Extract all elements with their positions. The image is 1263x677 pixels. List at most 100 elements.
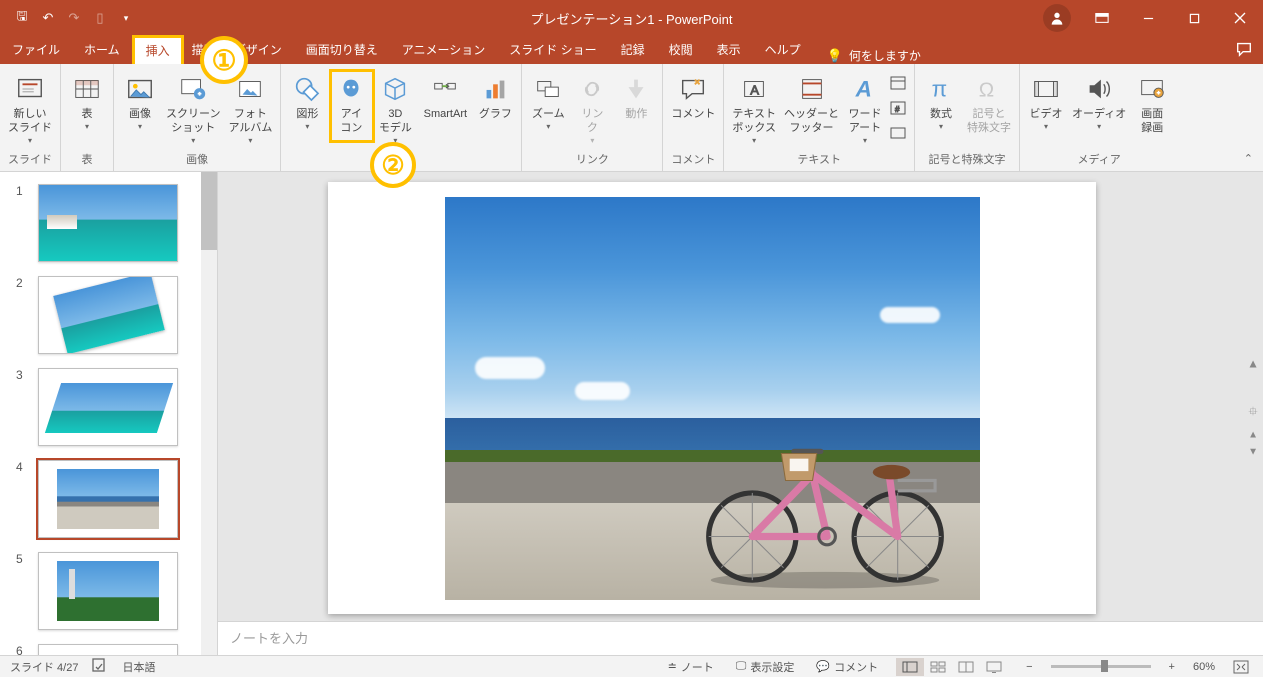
shapes-icon [290, 72, 324, 106]
zoom-in-button[interactable]: + [1165, 661, 1179, 673]
sidebar-scrollbar[interactable] [201, 172, 217, 655]
chevron-down-icon: ▾ [1097, 122, 1101, 132]
prev-slide-icon[interactable]: ▲ [1247, 356, 1259, 370]
tab-file[interactable]: ファイル [0, 35, 72, 64]
ribbon-tabs: ファイル ホーム 挿入 描画 デザイン 画面切り替え アニメーション スライド … [0, 36, 1263, 64]
zoom-slider[interactable] [1051, 665, 1151, 668]
new-slide-button[interactable]: 新しい スライド ▾ [4, 70, 56, 148]
start-from-beginning-icon[interactable]: ▯ [88, 6, 112, 30]
smartart-button[interactable]: SmartArt [417, 70, 473, 124]
textbox-button[interactable]: A テキスト ボックス ▾ [728, 70, 780, 148]
pictures-button[interactable]: 画像 ▾ [118, 70, 162, 134]
tab-transitions[interactable]: 画面切り替え [294, 35, 390, 64]
tab-insert[interactable]: 挿入 [132, 35, 184, 65]
wordart-button[interactable]: A ワード アート ▾ [843, 70, 887, 148]
display-settings-button[interactable]: 🖵 表示設定 [732, 659, 799, 675]
header-footer-button[interactable]: ヘッダーと フッター [780, 70, 843, 138]
slide-thumbnail[interactable] [38, 460, 178, 538]
link-button[interactable]: リン ク ▾ [570, 70, 614, 148]
video-button[interactable]: ビデオ ▾ [1024, 70, 1068, 134]
close-button[interactable] [1217, 0, 1263, 36]
qat-customize-icon[interactable]: ▾ [114, 6, 138, 30]
zoom-slider-handle[interactable] [1101, 660, 1108, 672]
tab-animations[interactable]: アニメーション [390, 35, 498, 64]
group-label: メディア [1024, 148, 1174, 171]
date-time-button[interactable] [889, 74, 907, 97]
slide-thumbnail-pane[interactable]: 123456 [0, 172, 218, 655]
editor-area: ▲ ⯐ ▲ ▼ ノートを入力 [218, 172, 1263, 655]
comments-pane-icon[interactable] [1235, 40, 1253, 61]
3d-models-button[interactable]: 3D モデル ▾ [373, 70, 417, 148]
object-button[interactable] [889, 124, 907, 147]
language-indicator[interactable]: 日本語 [122, 659, 155, 675]
icons-button[interactable]: アイ コン [329, 70, 373, 138]
next-slide-down-icon[interactable]: ▼ [1248, 446, 1258, 457]
slideshow-view-button[interactable] [980, 658, 1008, 676]
undo-icon[interactable]: ↶ [36, 6, 60, 30]
thumbnail-row[interactable]: 4 [0, 456, 217, 548]
fit-slide-icon[interactable]: ⯐ [1249, 402, 1258, 423]
redo-icon[interactable]: ↷ [62, 6, 86, 30]
thumbnail-row[interactable]: 3 [0, 364, 217, 456]
notes-pane[interactable]: ノートを入力 [218, 621, 1263, 655]
collapse-ribbon-icon[interactable]: ⌃ [1244, 152, 1253, 165]
slide-thumbnail[interactable] [38, 368, 178, 446]
action-button[interactable]: 動作 [614, 70, 658, 124]
chart-button[interactable]: グラフ [473, 70, 517, 124]
slide-thumbnail[interactable] [38, 644, 178, 655]
thumbnail-row[interactable]: 5 [0, 548, 217, 640]
thumbnail-row[interactable]: 1 [0, 180, 217, 272]
shapes-button[interactable]: 図形 ▾ [285, 70, 329, 134]
minimize-button[interactable] [1125, 0, 1171, 36]
maximize-button[interactable] [1171, 0, 1217, 36]
thumbnail-row[interactable]: 2 [0, 272, 217, 364]
account-icon[interactable] [1043, 4, 1071, 32]
equation-button[interactable]: π 数式 ▾ [919, 70, 963, 134]
symbol-button[interactable]: Ω 記号と 特殊文字 [963, 70, 1015, 138]
zoom-button[interactable]: ズーム ▾ [526, 70, 570, 134]
reading-view-button[interactable] [952, 658, 980, 676]
chevron-down-icon: ▾ [85, 122, 89, 132]
thumbnail-row[interactable]: 6 [0, 640, 217, 655]
screen-recording-button[interactable]: 画面 録画 [1130, 70, 1174, 138]
quick-access-toolbar: 🖫 ↶ ↷ ▯ ▾ [0, 0, 138, 36]
group-label: テキスト [728, 148, 910, 171]
zoom-out-button[interactable]: − [1022, 661, 1036, 673]
comments-toggle-button[interactable]: 💬 コメント [812, 659, 882, 675]
group-label: 記号と特殊文字 [919, 148, 1015, 171]
spellcheck-icon[interactable] [92, 658, 108, 675]
table-icon [70, 72, 104, 106]
slide-thumbnail[interactable] [38, 552, 178, 630]
tell-me-search[interactable]: 💡 何をしますか [813, 47, 921, 64]
slide-canvas[interactable]: ▲ ⯐ ▲ ▼ [218, 172, 1263, 621]
slide-thumbnail[interactable] [38, 276, 178, 354]
scrollbar-thumb[interactable] [201, 172, 217, 250]
normal-view-button[interactable] [896, 658, 924, 676]
tab-slideshow[interactable]: スライド ショー [497, 35, 608, 64]
tab-home[interactable]: ホーム [72, 35, 132, 64]
ribbon-display-options-icon[interactable] [1079, 0, 1125, 36]
chevron-down-icon: ▾ [590, 136, 594, 146]
group-media: ビデオ ▾ オーディオ ▾ 画面 録画 メディア [1020, 64, 1178, 171]
next-slide-up-icon[interactable]: ▲ [1248, 429, 1258, 440]
chevron-down-icon: ▾ [752, 136, 756, 146]
slide-picture[interactable] [445, 197, 980, 600]
tab-review[interactable]: 校閲 [657, 35, 705, 64]
group-images: 画像 ▾ スクリーン ショット ▾ フォト アルバム ▾ 画像 [114, 64, 281, 171]
table-button[interactable]: 表 ▾ [65, 70, 109, 134]
comment-button[interactable]: コメント [667, 70, 719, 124]
screen-recording-icon [1135, 72, 1169, 106]
tab-help[interactable]: ヘルプ [753, 35, 813, 64]
save-icon[interactable]: 🖫 [10, 6, 34, 30]
slide-thumbnail[interactable] [38, 184, 178, 262]
notes-toggle-button[interactable]: ≐ ノート [664, 659, 718, 675]
tab-view[interactable]: 表示 [705, 35, 753, 64]
slide[interactable] [328, 182, 1096, 614]
zoom-percent[interactable]: 60% [1193, 661, 1215, 673]
fit-to-window-button[interactable] [1229, 660, 1253, 674]
audio-button[interactable]: オーディオ ▾ [1068, 70, 1130, 134]
symbol-icon: Ω [972, 72, 1006, 106]
tab-record[interactable]: 記録 [609, 35, 657, 64]
slide-number-button[interactable]: # [889, 99, 907, 122]
slide-sorter-view-button[interactable] [924, 658, 952, 676]
